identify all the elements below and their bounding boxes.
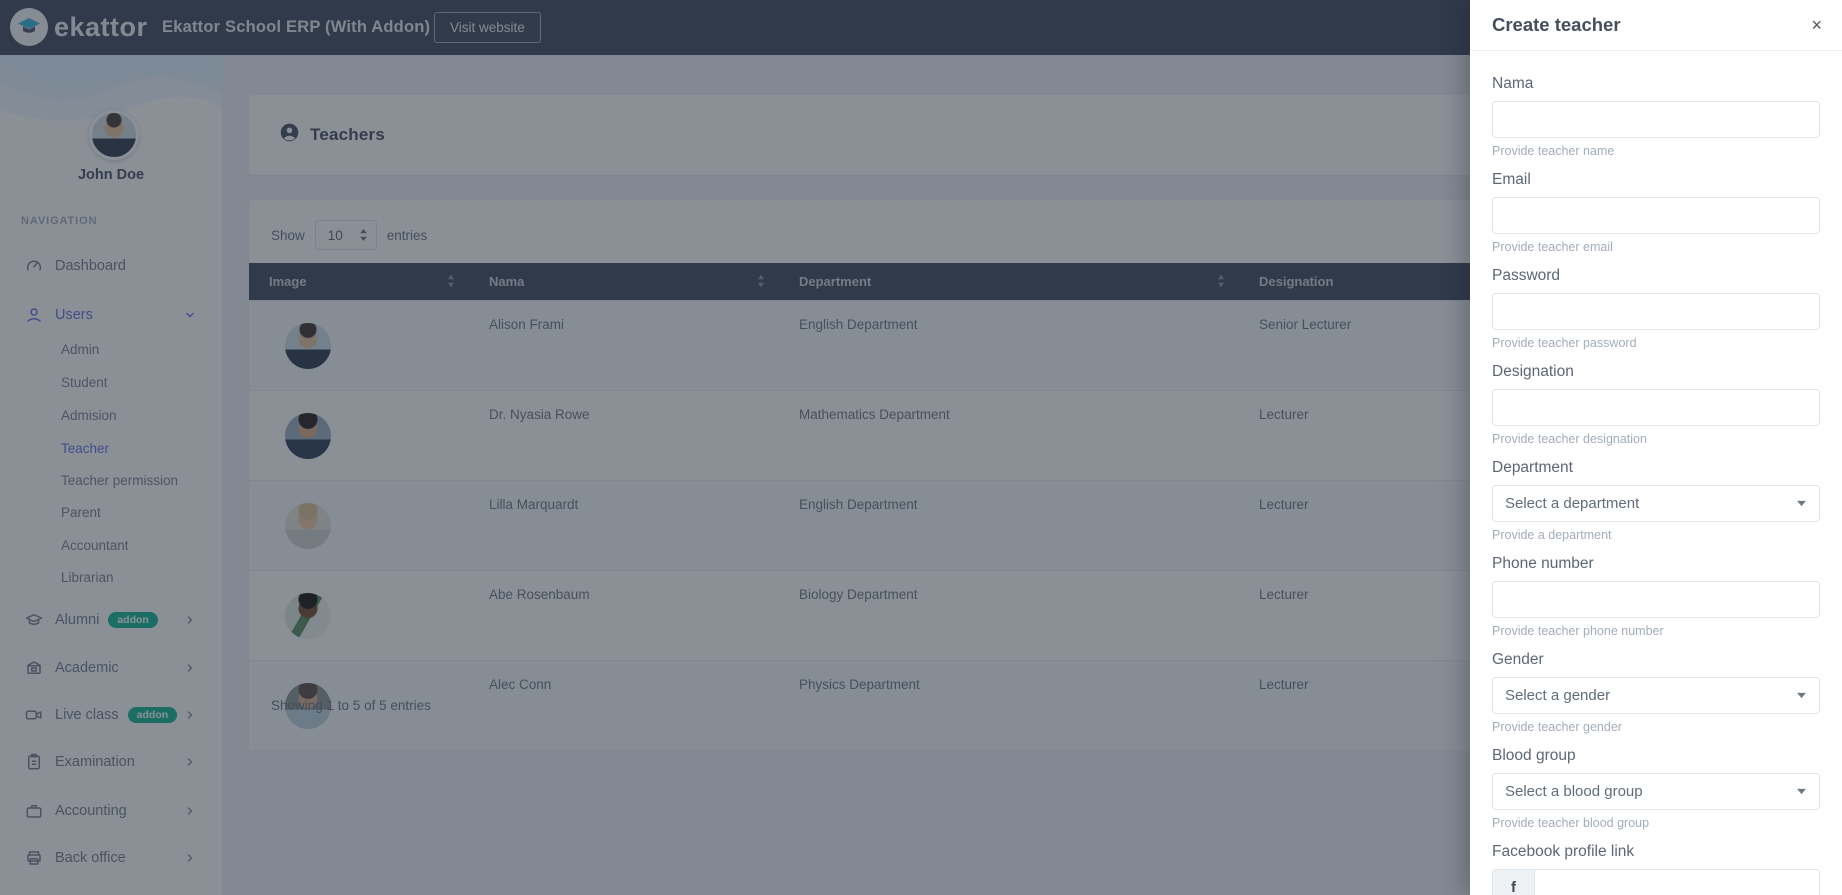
phone-number-input[interactable] bbox=[1492, 581, 1820, 618]
caret-down-icon bbox=[1796, 500, 1807, 507]
field-blood-group: Blood group Select a blood group Provide… bbox=[1492, 747, 1820, 831]
field-label: Department bbox=[1492, 459, 1820, 477]
drawer-title: Create teacher bbox=[1492, 14, 1621, 36]
field-label: Blood group bbox=[1492, 747, 1820, 765]
field-label: Gender bbox=[1492, 651, 1820, 669]
field-label: Phone number bbox=[1492, 555, 1820, 573]
field-helper: Provide teacher gender bbox=[1492, 720, 1820, 735]
field-label: Designation bbox=[1492, 363, 1820, 381]
field-helper: Provide a department bbox=[1492, 528, 1820, 543]
field-email: Email Provide teacher email bbox=[1492, 171, 1820, 255]
field-helper: Provide teacher email bbox=[1492, 240, 1820, 255]
blood-group-select[interactable]: Select a blood group bbox=[1492, 773, 1820, 810]
field-helper: Provide teacher designation bbox=[1492, 432, 1820, 447]
caret-down-icon bbox=[1796, 692, 1807, 699]
modal-backdrop[interactable] bbox=[0, 0, 1470, 895]
field-helper: Provide teacher phone number bbox=[1492, 624, 1820, 639]
department-select[interactable]: Select a department bbox=[1492, 485, 1820, 522]
field-label: Email bbox=[1492, 171, 1820, 189]
field-gender: Gender Select a gender Provide teacher g… bbox=[1492, 651, 1820, 735]
gender-select[interactable]: Select a gender bbox=[1492, 677, 1820, 714]
field-password: Password Provide teacher password bbox=[1492, 267, 1820, 351]
email-input[interactable] bbox=[1492, 197, 1820, 234]
field-label: Password bbox=[1492, 267, 1820, 285]
field-label: Nama bbox=[1492, 75, 1820, 93]
facebook-profile-link-input[interactable] bbox=[1534, 869, 1820, 895]
select-placeholder: Select a blood group bbox=[1505, 783, 1643, 800]
field-phone-number: Phone number Provide teacher phone numbe… bbox=[1492, 555, 1820, 639]
field-helper: Provide teacher password bbox=[1492, 336, 1820, 351]
field-department: Department Select a department Provide a… bbox=[1492, 459, 1820, 543]
caret-down-icon bbox=[1796, 788, 1807, 795]
designation-input[interactable] bbox=[1492, 389, 1820, 426]
select-placeholder: Select a department bbox=[1505, 495, 1639, 512]
field-label: Facebook profile link bbox=[1492, 843, 1820, 861]
nama-input[interactable] bbox=[1492, 101, 1820, 138]
password-input[interactable] bbox=[1492, 293, 1820, 330]
create-teacher-drawer: Create teacher × Nama Provide teacher na… bbox=[1470, 0, 1842, 895]
close-icon[interactable]: × bbox=[1811, 16, 1822, 34]
field-helper: Provide teacher blood group bbox=[1492, 816, 1820, 831]
select-placeholder: Select a gender bbox=[1505, 687, 1610, 704]
field-designation: Designation Provide teacher designation bbox=[1492, 363, 1820, 447]
field-facebook-profile-link: Facebook profile link f Facebook profile… bbox=[1492, 843, 1820, 895]
facebook-icon: f bbox=[1492, 869, 1534, 895]
field-nama: Nama Provide teacher name bbox=[1492, 75, 1820, 159]
field-helper: Provide teacher name bbox=[1492, 144, 1820, 159]
app-root: ekattor Ekattor School ERP (With Addon) … bbox=[0, 0, 1842, 895]
